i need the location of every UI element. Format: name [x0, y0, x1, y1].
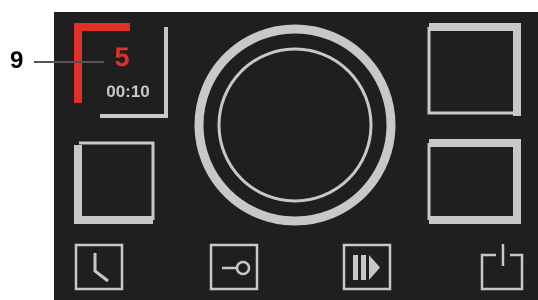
callout-leader-line	[34, 61, 104, 63]
timer-button[interactable]	[74, 243, 124, 291]
boost-button[interactable]	[342, 243, 392, 291]
cooking-zone-center[interactable]	[194, 24, 396, 226]
cooktop-display: 5 00:10 9	[0, 0, 538, 300]
center-zone-outer-ring	[194, 24, 396, 226]
lock-button[interactable]	[209, 243, 259, 291]
zone-outline	[74, 145, 153, 224]
zone-outline	[100, 27, 168, 118]
callout-number: 9	[10, 47, 24, 74]
cooking-zone-front-right[interactable]	[427, 23, 521, 116]
power-button[interactable]	[480, 244, 524, 291]
timer-button-frame	[74, 243, 124, 291]
zone-power-level: 5	[114, 42, 130, 72]
cooking-zone-rear-left[interactable]	[74, 141, 155, 224]
boost-button-frame	[342, 243, 392, 291]
zone-outline-inner	[79, 141, 155, 220]
center-zone-inner-ring	[217, 47, 373, 203]
zone-timer-readout: 00:10	[106, 82, 150, 101]
cooktop-graphics	[74, 23, 524, 291]
zone-outline	[429, 23, 521, 116]
zone-outline-inner	[427, 27, 517, 115]
cooking-zone-rear-right[interactable]	[427, 139, 521, 224]
zone-outline	[429, 139, 521, 224]
